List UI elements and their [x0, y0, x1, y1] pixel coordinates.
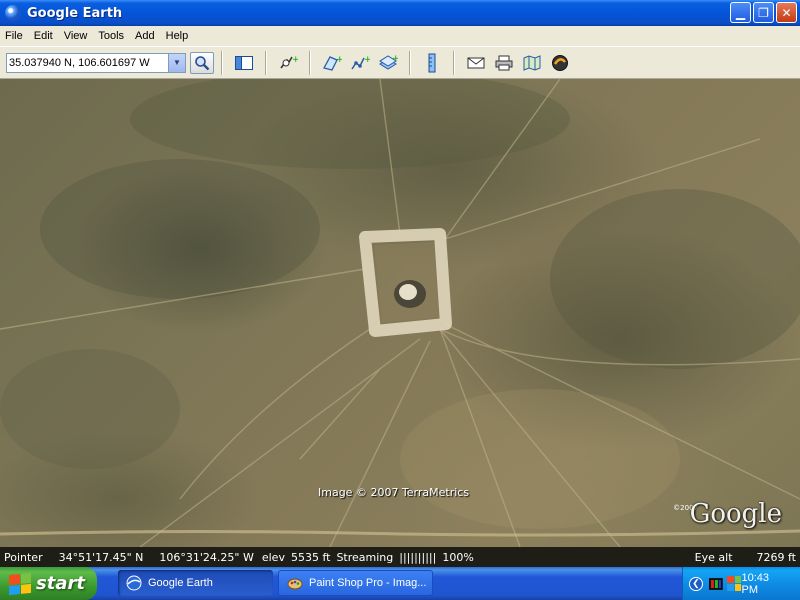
email-button[interactable]	[465, 52, 487, 74]
print-icon	[495, 55, 513, 70]
fly-to-combobox[interactable]: ▼	[6, 52, 186, 73]
ruler-button[interactable]	[421, 52, 443, 74]
fly-to-dropdown-button[interactable]: ▼	[168, 53, 185, 72]
svg-text:+: +	[392, 54, 398, 64]
polygon-icon: +	[323, 55, 342, 71]
window-controls: ▁ ❐ ✕	[730, 2, 797, 23]
search-icon	[195, 55, 210, 70]
pointer-latitude: 34°51'17.45" N	[58, 550, 144, 564]
add-image-overlay-button[interactable]: +	[377, 52, 399, 74]
minimize-icon: ▁	[735, 5, 746, 20]
eye-alt-value: 7269 ft	[756, 550, 796, 564]
placemark-icon: +	[280, 55, 298, 68]
chevron-down-icon: ▼	[173, 58, 181, 67]
print-button[interactable]	[493, 52, 515, 74]
taskbar-item-paint-shop-pro[interactable]: Paint Shop Pro - Imag...	[278, 570, 433, 596]
start-button[interactable]: start	[0, 567, 97, 600]
streaming-percent: 100%	[442, 550, 474, 564]
google-watermark: Google	[689, 499, 782, 529]
pointer-label: Pointer	[4, 550, 43, 564]
path-icon: +	[351, 55, 370, 69]
chevron-left-icon: ❮	[692, 578, 700, 588]
restore-button[interactable]: ❐	[753, 2, 774, 23]
google-earth-icon	[126, 575, 142, 591]
system-tray: ❮ 10:43 PM	[682, 567, 800, 600]
elevation-label: elev	[261, 550, 285, 564]
crater-site	[359, 228, 452, 337]
menu-tools[interactable]: Tools	[93, 30, 130, 42]
svg-text:+: +	[364, 55, 370, 65]
windows-flag-tray-icon[interactable]	[726, 576, 742, 591]
minimize-button[interactable]: ▁	[730, 2, 751, 23]
toolbar-separator	[221, 50, 223, 75]
ruler-icon	[428, 53, 436, 72]
paint-shop-pro-icon	[287, 578, 303, 590]
start-label: start	[36, 573, 85, 594]
close-button[interactable]: ✕	[776, 2, 797, 23]
sidebar-toggle-button[interactable]	[233, 52, 255, 74]
elevation-value: 5535 ft	[290, 550, 331, 564]
sky-icon	[552, 54, 568, 71]
overlay-icon: +	[379, 54, 398, 70]
streaming-label: Streaming	[336, 550, 394, 564]
menu-file[interactable]: File	[0, 30, 29, 42]
menu-edit[interactable]: Edit	[29, 30, 59, 42]
menu-view[interactable]: View	[59, 30, 94, 42]
restore-icon: ❐	[758, 5, 769, 20]
google-earth-app-icon	[5, 5, 21, 21]
title-bar[interactable]: Google Earth ▁ ❐ ✕	[0, 0, 800, 26]
satellite-terrain	[0, 79, 800, 547]
svg-text:+: +	[336, 55, 342, 65]
streaming-meter: ||||||||||	[399, 550, 437, 564]
add-placemark-button[interactable]: +	[277, 52, 299, 74]
tray-app-icon[interactable]	[708, 576, 724, 592]
menu-help[interactable]: Help	[161, 30, 195, 42]
earth-3d-view[interactable]: Image © 2007 TerraMetrics ©2007 Google	[0, 79, 800, 547]
menu-bar: File Edit View Tools Add Help	[0, 26, 800, 46]
search-button[interactable]	[190, 51, 214, 74]
toolbar-separator	[453, 50, 455, 75]
windows-taskbar: start Google Earth Paint Shop Pro - Imag…	[0, 567, 800, 600]
task-label: Google Earth	[148, 577, 213, 589]
view-in-maps-button[interactable]	[521, 52, 543, 74]
task-label: Paint Shop Pro - Imag...	[309, 577, 427, 589]
maps-icon	[523, 54, 541, 71]
imagery-attribution: Image © 2007 TerraMetrics	[318, 486, 470, 499]
status-bar: Pointer 34°51'17.45" N 106°31'24.25" W e…	[0, 547, 800, 567]
fly-to-input[interactable]	[7, 56, 165, 69]
window-title: Google Earth	[27, 5, 123, 21]
toolbar-separator	[265, 50, 267, 75]
taskbar-item-google-earth[interactable]: Google Earth	[118, 570, 273, 596]
switch-to-sky-button[interactable]	[549, 52, 571, 74]
windows-logo-icon	[9, 572, 31, 595]
toolbar-separator	[309, 50, 311, 75]
add-polygon-button[interactable]: +	[321, 52, 343, 74]
close-icon: ✕	[781, 5, 792, 20]
svg-text:+: +	[292, 55, 298, 65]
menu-add[interactable]: Add	[130, 30, 161, 42]
clock[interactable]: 10:43 PM	[741, 572, 788, 596]
add-path-button[interactable]: +	[349, 52, 371, 74]
eye-alt-label: Eye alt	[694, 550, 733, 564]
toolbar: ▼ + + +	[0, 46, 800, 79]
email-icon	[467, 57, 485, 68]
toolbar-separator	[409, 50, 411, 75]
pointer-longitude: 106°31'24.25" W	[159, 550, 254, 564]
sidebar-icon	[235, 55, 253, 70]
show-hidden-icons-button[interactable]: ❮	[689, 576, 703, 591]
